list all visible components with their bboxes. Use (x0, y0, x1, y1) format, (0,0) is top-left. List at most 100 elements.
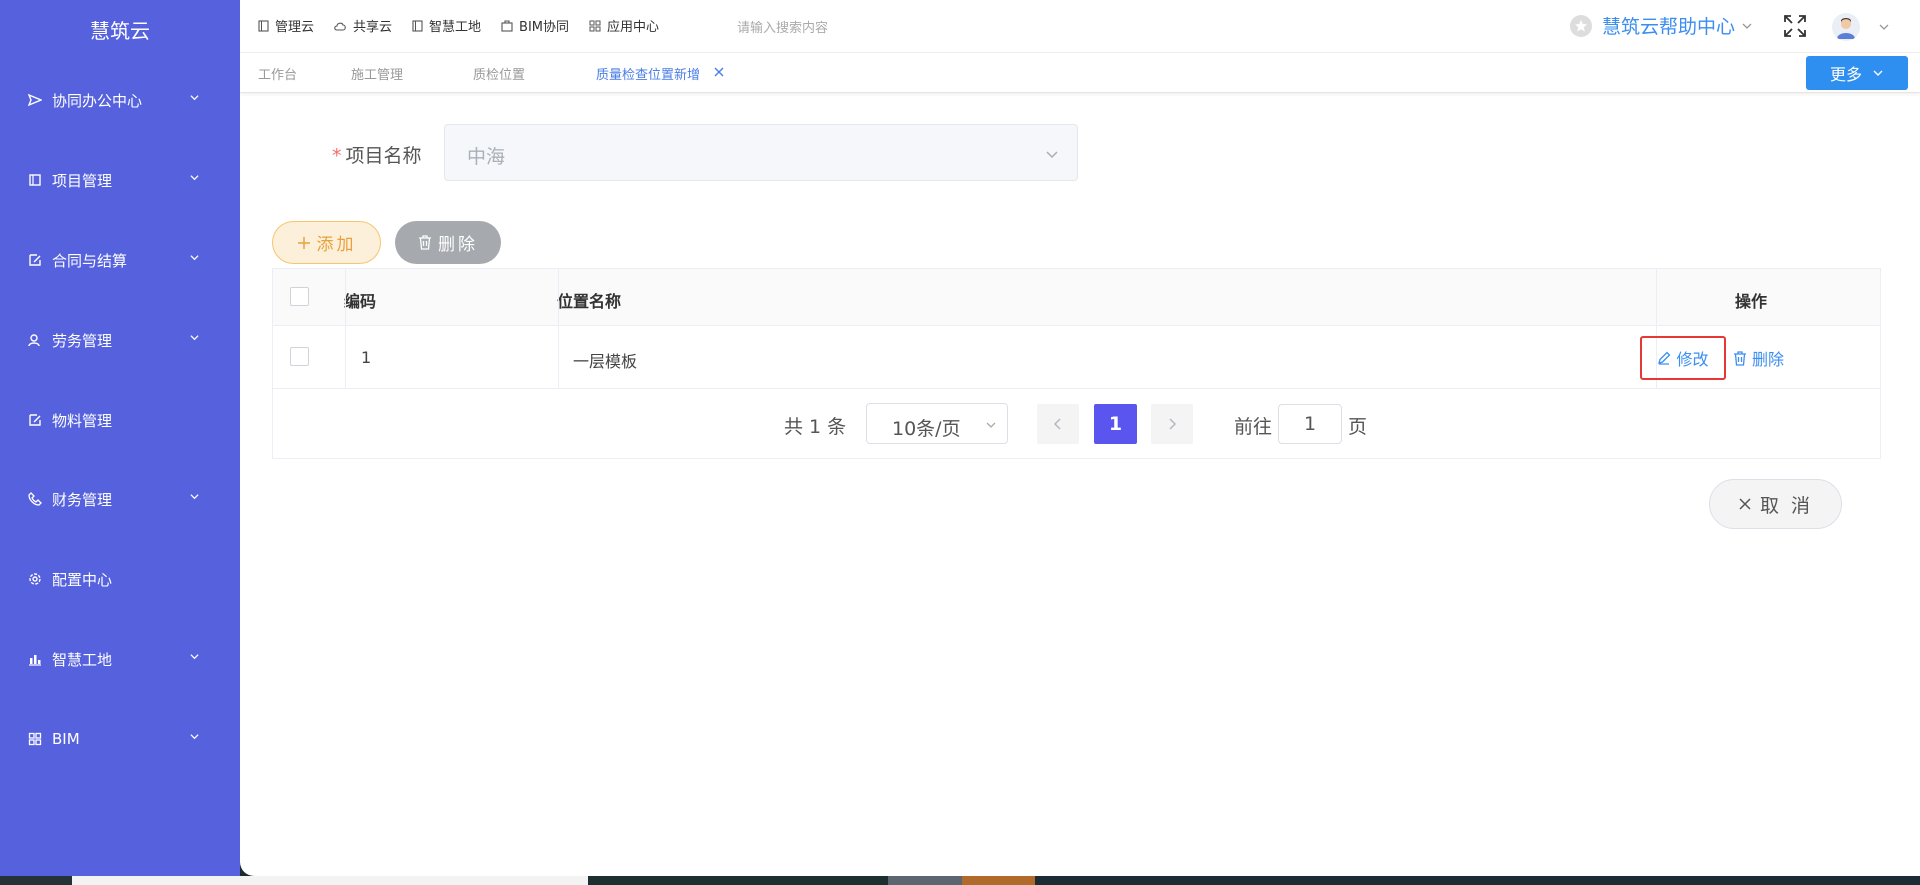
sidebar-item-label: 财务管理 (52, 490, 113, 509)
top-nav-app-center[interactable]: 应用中心 (589, 16, 659, 35)
column-header-location: 位置名称 (557, 292, 622, 311)
gear-icon (28, 572, 42, 586)
chevron-down-icon (190, 95, 199, 101)
avatar[interactable] (1832, 13, 1860, 41)
delete-row-label: 删除 (1752, 350, 1785, 369)
tab-workbench[interactable]: 工作台 (258, 64, 297, 83)
more-button-label: 更多 (1829, 65, 1862, 84)
sidebar-item-bim[interactable]: BIM (0, 719, 240, 759)
user-avatar-icon (1837, 18, 1855, 39)
more-button[interactable]: 更多 (1806, 56, 1908, 90)
top-nav-smart-site[interactable]: 智慧工地 (412, 16, 481, 35)
chevron-left-icon (1053, 418, 1061, 430)
search-input[interactable] (737, 13, 1037, 41)
top-nav-manage-cloud[interactable]: 管理云 (258, 16, 314, 35)
sidebar-item-office[interactable]: 协同办公中心 (0, 80, 240, 120)
sidebar-item-finance[interactable]: 财务管理 (0, 479, 240, 519)
chevron-down-icon[interactable] (1879, 22, 1889, 32)
chevron-down-icon (1046, 151, 1058, 158)
tab-qc-location-add[interactable]: 质量检查位置新增 (596, 64, 700, 83)
send-icon (28, 93, 42, 107)
page-number-current[interactable]: 1 (1094, 404, 1137, 444)
sidebar: 慧筑云 协同办公中心 项目管理 合同与结算 劳务管理 物料管理 财务管理 配置中… (0, 0, 240, 885)
goto-label: 前往 (1234, 416, 1273, 438)
taskbar-strip (0, 876, 72, 885)
top-nav-label: 智慧工地 (429, 20, 482, 35)
prev-page-button[interactable] (1037, 404, 1079, 444)
grid-icon (589, 20, 601, 31)
box-icon (501, 19, 513, 32)
delete-button[interactable]: 删除 (395, 221, 501, 264)
chevron-down-icon (190, 734, 199, 740)
tab-qc-location[interactable]: 质检位置 (473, 64, 525, 83)
trash-icon (419, 235, 431, 250)
phone-icon (28, 492, 42, 506)
cancel-button[interactable]: 取 消 (1709, 479, 1842, 529)
sidebar-item-label: BIM (52, 730, 80, 748)
chevron-down-icon (190, 494, 199, 500)
edit-row-button[interactable]: 修改 (1640, 336, 1726, 380)
top-nav-label: 应用中心 (607, 20, 660, 35)
top-nav: 管理云 共享云 智慧工地 BIM协同 应用中心 (258, 16, 679, 35)
app-logo: 慧筑云 (90, 19, 150, 43)
chevron-right-icon (1169, 418, 1177, 430)
taskbar-strip (1035, 876, 1920, 885)
close-icon (1739, 498, 1751, 510)
row-checkbox[interactable] (290, 347, 309, 366)
sidebar-item-label: 智慧工地 (52, 650, 113, 669)
sidebar-item-label: 配置中心 (52, 570, 113, 589)
top-nav-label: 管理云 (275, 20, 315, 35)
delete-row-button[interactable]: 删除 (1733, 346, 1784, 370)
help-center-label: 慧筑云帮助中心 (1602, 16, 1736, 38)
sidebar-item-project[interactable]: 项目管理 (0, 160, 240, 200)
sidebar-item-labor[interactable]: 劳务管理 (0, 320, 240, 360)
add-button-label: 添加 (316, 235, 357, 255)
sidebar-item-label: 协同办公中心 (52, 91, 143, 110)
taskbar-strip (588, 876, 888, 885)
top-nav-share-cloud[interactable]: 共享云 (334, 16, 392, 35)
help-center-menu[interactable]: 慧筑云帮助中心 (1570, 12, 1753, 39)
tab-bar: 工作台 施工管理 质检位置 质量检查位置新增 更多 (240, 53, 1920, 93)
taskbar-strip (72, 876, 588, 885)
sidebar-item-label: 合同与结算 (52, 251, 128, 270)
page-size-value: 10条/页 (892, 418, 961, 440)
goto-page-input[interactable] (1278, 404, 1342, 444)
user-group-icon (28, 333, 42, 347)
row-code: 1 (361, 348, 372, 367)
project-name-label-text: 项目名称 (345, 145, 422, 167)
top-nav-bim[interactable]: BIM协同 (501, 16, 569, 35)
column-divider (345, 269, 346, 389)
select-all-checkbox[interactable] (290, 287, 309, 306)
edit-doc-icon (28, 413, 42, 427)
chevron-down-icon (190, 175, 199, 181)
sidebar-item-material[interactable]: 物料管理 (0, 400, 240, 440)
top-bar: 管理云 共享云 智慧工地 BIM协同 应用中心 慧筑云帮助中心 (240, 0, 1920, 53)
table-row: 1 一层模板 (273, 326, 1880, 389)
next-page-button[interactable] (1151, 404, 1193, 444)
sidebar-item-contract[interactable]: 合同与结算 (0, 240, 240, 280)
sidebar-item-smart-site[interactable]: 智慧工地 (0, 639, 240, 679)
book-icon (258, 19, 269, 32)
required-mark: * (332, 145, 342, 167)
row-location-name: 一层模板 (573, 352, 638, 371)
chevron-down-icon (1742, 23, 1752, 29)
tab-construction[interactable]: 施工管理 (351, 64, 403, 83)
fullscreen-icon[interactable] (1783, 14, 1807, 38)
project-select[interactable]: 中海 (444, 124, 1078, 181)
book-icon (28, 173, 42, 187)
sidebar-item-config[interactable]: 配置中心 (0, 559, 240, 599)
sidebar-item-label: 项目管理 (52, 171, 113, 190)
column-divider (558, 269, 559, 389)
taskbar-strip (888, 876, 962, 885)
chevron-down-icon (190, 654, 199, 660)
page-size-select[interactable]: 10条/页 (866, 403, 1008, 444)
add-button[interactable]: 添加 (272, 221, 381, 264)
trash-icon (1734, 350, 1746, 366)
bar-chart-icon (28, 652, 42, 666)
close-icon[interactable] (712, 65, 726, 79)
column-header-ops: 操作 (1735, 292, 1768, 311)
cloud-icon (334, 22, 346, 31)
top-nav-label: 共享云 (353, 20, 393, 35)
help-logo-icon (1570, 14, 1592, 37)
chevron-down-icon (1873, 70, 1883, 76)
